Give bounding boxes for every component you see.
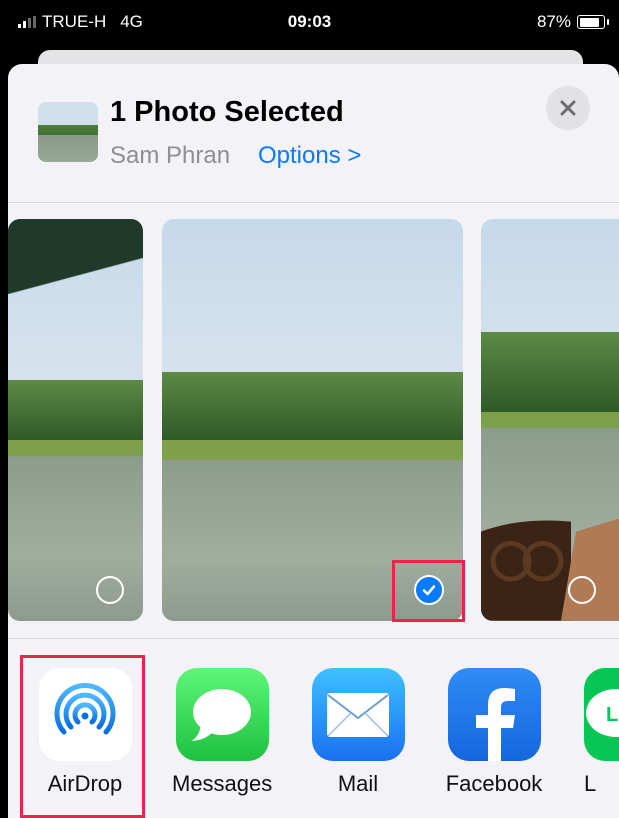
album-name: Sam Phran <box>110 142 231 169</box>
app-mail[interactable]: Mail <box>308 668 408 797</box>
app-label: Mail <box>337 771 379 796</box>
highlight-selected-check <box>392 560 465 622</box>
divider <box>8 202 619 203</box>
messages-icon <box>175 668 269 761</box>
app-facebook[interactable]: Facebook <box>444 668 544 797</box>
facebook-icon <box>447 668 541 761</box>
boat-railing <box>481 518 619 621</box>
app-line[interactable]: L L <box>580 668 619 797</box>
battery-status: 87% <box>536 12 609 32</box>
photo-item-3[interactable] <box>481 219 619 621</box>
select-circle-icon[interactable] <box>96 576 124 604</box>
app-messages[interactable]: Messages <box>172 668 272 797</box>
status-bar: TRUE-H 4G 09:03 87% <box>0 0 619 46</box>
svg-text:L: L <box>606 704 618 726</box>
select-circle-icon[interactable] <box>568 576 596 604</box>
battery-percent: 87% <box>536 12 571 31</box>
clock: 09:03 <box>287 12 332 31</box>
selection-title: 1 Photo Selected <box>110 96 344 128</box>
app-label: Facebook <box>445 771 543 796</box>
line-icon: L <box>583 668 619 761</box>
app-label: L <box>584 771 597 796</box>
selected-photo-thumbnail <box>38 102 98 162</box>
photo-item-1[interactable] <box>8 219 143 621</box>
share-header: 1 Photo Selected Sam Phran Options > <box>8 64 619 202</box>
close-button[interactable] <box>546 86 590 130</box>
highlight-airdrop <box>20 655 145 818</box>
mail-icon <box>311 668 405 761</box>
close-icon <box>560 100 576 116</box>
app-label: Messages <box>172 771 273 796</box>
divider <box>8 638 619 639</box>
share-sheet: 1 Photo Selected Sam Phran Options > Air… <box>8 64 619 818</box>
battery-icon <box>577 15 609 29</box>
options-link[interactable]: Options > <box>258 142 361 170</box>
